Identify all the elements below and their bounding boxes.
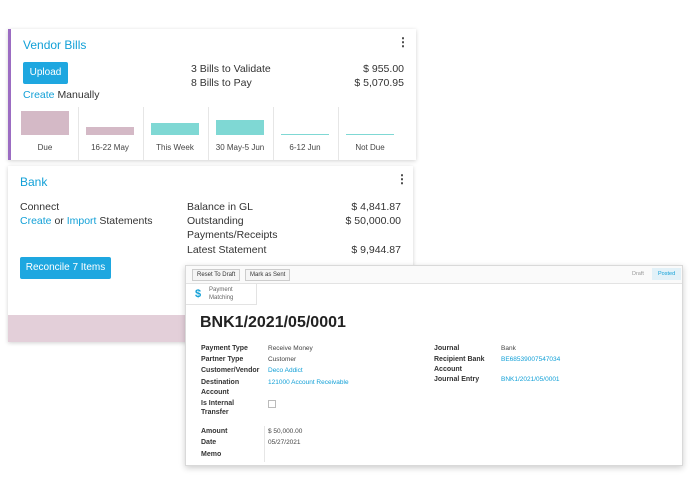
partner-type-value[interactable]: Customer	[268, 356, 296, 363]
chart-bar[interactable]	[21, 111, 69, 135]
journal-entry-value[interactable]: BNK1/2021/05/0001	[501, 376, 560, 383]
bank-title[interactable]: Bank	[20, 175, 47, 189]
status-draft[interactable]: Draft	[632, 271, 644, 277]
chart-divider	[78, 107, 79, 160]
customer-vendor-value[interactable]: Deco Addict	[268, 367, 303, 374]
payment-matching-smart-button[interactable]: $ Payment Matching	[186, 284, 257, 305]
connect-link[interactable]: Connect	[20, 201, 59, 213]
journal-entry-label: Journal Entry	[434, 376, 480, 383]
chart-bar[interactable]	[346, 134, 394, 135]
reconcile-button[interactable]: Reconcile 7 Items	[20, 257, 111, 279]
create-link[interactable]: Create	[20, 215, 52, 227]
amount-label: Amount	[201, 428, 228, 435]
payments-receipts-label: Payments/Receipts	[187, 229, 278, 241]
bills-to-validate-link[interactable]: 3 Bills to Validate	[191, 63, 271, 75]
chart-divider	[208, 107, 209, 160]
chart-divider	[143, 107, 144, 160]
memo-label: Memo	[201, 451, 222, 458]
bills-to-pay-link[interactable]: 8 Bills to Pay	[191, 77, 252, 89]
latest-statement-amount: $ 9,944.87	[351, 244, 401, 256]
payment-type-value[interactable]: Receive Money	[268, 345, 313, 352]
create-manually: Create Manually	[23, 89, 99, 101]
field-separator	[264, 426, 265, 462]
smart-button-line1: Payment	[209, 287, 233, 293]
status-posted[interactable]: Posted	[652, 268, 682, 280]
record-title: BNK1/2021/05/0001	[200, 314, 346, 331]
smart-button-line2: Matching	[209, 295, 234, 301]
import-link[interactable]: Import	[67, 215, 97, 227]
latest-statement-label: Latest Statement	[187, 244, 267, 256]
chart-x-label: Not Due	[355, 143, 385, 152]
recipient-account-label: Account	[434, 366, 462, 373]
chart-divider	[273, 107, 274, 160]
vendor-bills-title[interactable]: Vendor Bills	[23, 38, 86, 52]
chart-bar[interactable]	[86, 127, 134, 135]
mark-as-sent-button[interactable]: Mark as Sent	[245, 269, 291, 281]
chart-x-label: 6-12 Jun	[289, 143, 321, 152]
manually-text: Manually	[57, 89, 100, 101]
kebab-menu-icon[interactable]: ⋮	[396, 172, 408, 186]
chart-bar[interactable]	[151, 123, 199, 135]
aged-bills-chart: Due 16-22 May This Week 30 May-5 Jun 6-12 Ju…	[11, 107, 416, 160]
chart-bar[interactable]	[281, 134, 329, 135]
payment-type-label: Payment Type	[201, 345, 248, 352]
balance-label: Balance in GL	[187, 201, 253, 213]
recipient-bank-value[interactable]: BE68539007547034	[501, 356, 560, 363]
balance-amount: $ 4,841.87	[351, 201, 401, 213]
is-internal-label: Is Internal	[201, 400, 235, 407]
journal-value[interactable]: Bank	[501, 345, 516, 352]
create-import-statements: Create or Import Statements	[20, 215, 153, 227]
destination-label: Destination	[201, 379, 240, 386]
chart-x-label: 30 May-5 Jun	[215, 143, 265, 152]
bills-to-pay-amount: $ 5,070.95	[354, 77, 404, 89]
recipient-bank-label: Recipient Bank	[434, 356, 485, 363]
transfer-label: Transfer	[201, 409, 229, 416]
journal-label: Journal	[434, 345, 460, 352]
payment-form-window: Reset To Draft Mark as Sent Draft Posted…	[185, 265, 683, 466]
outstanding-amount: $ 50,000.00	[345, 215, 401, 227]
vendor-bills-card: Vendor Bills ⋮ Upload Create Manually 3 …	[8, 29, 416, 160]
date-label: Date	[201, 439, 217, 446]
is-internal-checkbox[interactable]	[268, 400, 276, 408]
chart-x-label: This Week	[156, 143, 194, 152]
outstanding-label: Outstanding	[187, 215, 244, 227]
customer-vendor-label: Customer/Vendor	[201, 367, 260, 374]
upload-button[interactable]: Upload	[23, 62, 68, 84]
statements-text: Statements	[99, 215, 153, 227]
kebab-menu-icon[interactable]: ⋮	[397, 35, 409, 49]
or-text: or	[54, 215, 64, 227]
chart-divider	[338, 107, 339, 160]
chart-bar[interactable]	[216, 120, 264, 135]
account-label: Account	[201, 389, 229, 396]
create-link[interactable]: Create	[23, 89, 55, 101]
amount-value[interactable]: $ 50,000.00	[268, 428, 302, 435]
destination-account-value[interactable]: 121000 Account Receivable	[268, 379, 349, 386]
dollar-icon: $	[195, 288, 202, 300]
date-value[interactable]: 05/27/2021	[268, 439, 301, 446]
bills-to-validate-amount: $ 955.00	[363, 63, 404, 75]
chart-x-label: 16-22 May	[91, 143, 129, 152]
chart-x-label: Due	[37, 143, 53, 152]
reset-to-draft-button[interactable]: Reset To Draft	[192, 269, 241, 281]
partner-type-label: Partner Type	[201, 356, 244, 363]
